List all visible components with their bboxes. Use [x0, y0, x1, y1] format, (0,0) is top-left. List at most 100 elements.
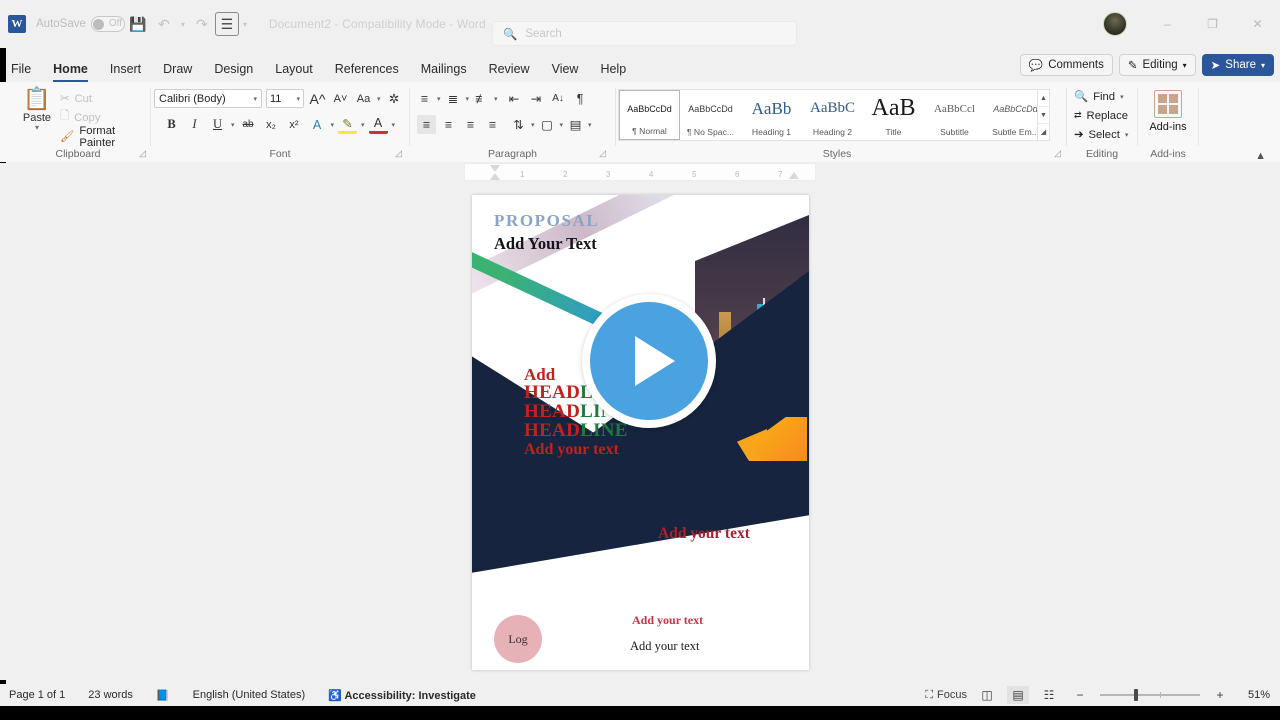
font-color-icon[interactable]: A: [368, 115, 388, 134]
tab-layout[interactable]: Layout: [264, 60, 324, 78]
tab-draw[interactable]: Draw: [152, 60, 203, 78]
tab-view[interactable]: View: [541, 60, 590, 78]
document-canvas[interactable]: PROPOSAL Add Your Text Add HEADLINE HEAD…: [14, 181, 1280, 680]
minimize-button[interactable]: –: [1145, 8, 1190, 40]
grow-font-button[interactable]: A^: [308, 89, 327, 108]
chevron-down-icon[interactable]: ▾: [588, 121, 592, 129]
replace-button[interactable]: ⇄ Replace: [1074, 106, 1128, 125]
scroll-down-icon[interactable]: ▼: [1038, 107, 1049, 124]
text-effects-icon[interactable]: A: [308, 115, 327, 134]
undo-icon[interactable]: ↶: [151, 11, 177, 37]
justify-icon[interactable]: ≡: [483, 115, 502, 134]
web-layout-icon[interactable]: ☷: [1038, 686, 1060, 704]
line-spacing-icon[interactable]: ⇅: [509, 115, 528, 134]
word-count[interactable]: 23 words: [88, 689, 133, 701]
chevron-down-icon[interactable]: ▾: [377, 95, 381, 103]
redo-icon[interactable]: ↷: [189, 11, 215, 37]
paragraph-dialog-launcher[interactable]: ◿: [599, 148, 606, 159]
print-layout-icon[interactable]: ▤: [1007, 686, 1029, 704]
chevron-down-icon[interactable]: ▾: [361, 121, 365, 129]
tab-mailings[interactable]: Mailings: [410, 60, 478, 78]
bullets-icon[interactable]: ≡: [415, 89, 434, 108]
customize-qat-icon[interactable]: ▾: [239, 20, 251, 29]
chevron-down-icon[interactable]: ▾: [231, 121, 235, 129]
align-center-icon[interactable]: ≡: [439, 115, 458, 134]
superscript-button[interactable]: x²: [285, 115, 304, 134]
style-subtitle[interactable]: AaBbCcl Subtitle: [924, 90, 985, 140]
font-size-input[interactable]: 11 ▾: [266, 89, 304, 108]
indent-markers[interactable]: [490, 165, 500, 181]
format-painter-button[interactable]: 🖌 Format Painter: [60, 125, 150, 149]
shrink-font-button[interactable]: A˅: [331, 89, 350, 108]
styles-more-icon[interactable]: ◢: [1038, 124, 1049, 140]
subscript-button[interactable]: x₂: [262, 115, 281, 134]
underline-button[interactable]: U: [208, 115, 227, 134]
zoom-level[interactable]: 51%: [1240, 689, 1270, 701]
tab-references[interactable]: References: [324, 60, 410, 78]
italic-button[interactable]: I: [185, 115, 204, 134]
autosave-toggle[interactable]: Off: [90, 16, 125, 32]
highlight-icon[interactable]: ✎: [338, 115, 358, 134]
tab-review[interactable]: Review: [478, 60, 541, 78]
strikethrough-button[interactable]: ab: [239, 115, 258, 134]
video-play-button[interactable]: [582, 294, 716, 428]
user-avatar[interactable]: [1103, 12, 1127, 36]
style-heading-2[interactable]: AaBbC Heading 2: [802, 90, 863, 140]
tab-file[interactable]: File: [0, 60, 42, 78]
numbering-icon[interactable]: ≣: [444, 89, 463, 108]
document-page[interactable]: PROPOSAL Add Your Text Add HEADLINE HEAD…: [472, 195, 809, 670]
show-marks-icon[interactable]: ¶: [571, 89, 590, 108]
font-name-input[interactable]: Calibri (Body) ▾: [154, 89, 262, 108]
chevron-down-icon[interactable]: ▾: [437, 95, 441, 103]
tab-help[interactable]: Help: [589, 60, 637, 78]
align-left-icon[interactable]: ≡: [417, 115, 436, 134]
clipboard-dialog-launcher[interactable]: ◿: [139, 148, 146, 159]
borders-icon[interactable]: ▤: [566, 115, 585, 134]
align-right-icon[interactable]: ≡: [461, 115, 480, 134]
styles-scroll-controls[interactable]: ▲ ▼ ◢: [1037, 90, 1049, 140]
clear-formatting-icon[interactable]: ✲: [385, 89, 404, 108]
scroll-up-icon[interactable]: ▲: [1038, 90, 1049, 107]
accessibility-status[interactable]: ♿ Accessibility: Investigate: [328, 689, 476, 702]
font-dialog-launcher[interactable]: ◿: [395, 148, 402, 159]
right-indent-marker[interactable]: [789, 172, 799, 179]
read-mode-icon[interactable]: ◫: [976, 686, 998, 704]
search-box[interactable]: 🔍 Search: [492, 21, 797, 46]
style-no-spacing[interactable]: AaBbCcDd ¶ No Spac...: [680, 90, 741, 140]
multilevel-list-icon[interactable]: ≢: [472, 89, 491, 108]
collapse-ribbon-button[interactable]: ▲: [1255, 150, 1266, 162]
tab-design[interactable]: Design: [203, 60, 264, 78]
zoom-out-button[interactable]: −: [1069, 686, 1091, 704]
addins-button[interactable]: Add-ins: [1143, 90, 1193, 133]
select-button[interactable]: ➔ Select ▾: [1074, 125, 1128, 144]
decrease-indent-icon[interactable]: ⇤: [505, 89, 524, 108]
chevron-down-icon[interactable]: ▾: [531, 121, 535, 129]
share-button[interactable]: ➤ Share ▾: [1201, 54, 1274, 76]
styles-dialog-launcher[interactable]: ◿: [1054, 148, 1061, 159]
chevron-down-icon[interactable]: ▾: [331, 121, 335, 129]
undo-dropdown-icon[interactable]: ▾: [177, 20, 189, 29]
style-normal[interactable]: AaBbCcDd ¶ Normal: [619, 90, 680, 140]
chevron-down-icon[interactable]: ▾: [466, 95, 470, 103]
save-icon[interactable]: 💾: [125, 11, 151, 37]
paste-button[interactable]: 📋 Paste ▾: [14, 88, 60, 132]
quick-print-icon[interactable]: ☰: [214, 12, 239, 36]
chevron-down-icon[interactable]: ▾: [494, 95, 498, 103]
horizontal-ruler[interactable]: L 1 2 3 4 5 6 7: [0, 163, 1280, 342]
page-indicator[interactable]: Page 1 of 1: [9, 689, 65, 701]
change-case-button[interactable]: Aa: [354, 89, 373, 108]
proofing-icon[interactable]: 📘: [156, 689, 170, 702]
tab-insert[interactable]: Insert: [99, 60, 152, 78]
chevron-down-icon[interactable]: ▾: [392, 121, 396, 129]
cut-button[interactable]: ✂ Cut: [60, 89, 150, 108]
style-title[interactable]: AaB Title: [863, 90, 924, 140]
focus-button[interactable]: ⛶ Focus: [925, 689, 967, 702]
zoom-handle[interactable]: [1134, 689, 1138, 701]
bold-button[interactable]: B: [162, 115, 181, 134]
close-button[interactable]: ✕: [1235, 8, 1280, 40]
sort-icon[interactable]: A↓: [549, 89, 568, 108]
chevron-down-icon[interactable]: ▾: [560, 121, 564, 129]
tab-home[interactable]: Home: [42, 60, 99, 82]
shading-icon[interactable]: ▢: [538, 115, 557, 134]
zoom-in-button[interactable]: +: [1209, 686, 1231, 704]
